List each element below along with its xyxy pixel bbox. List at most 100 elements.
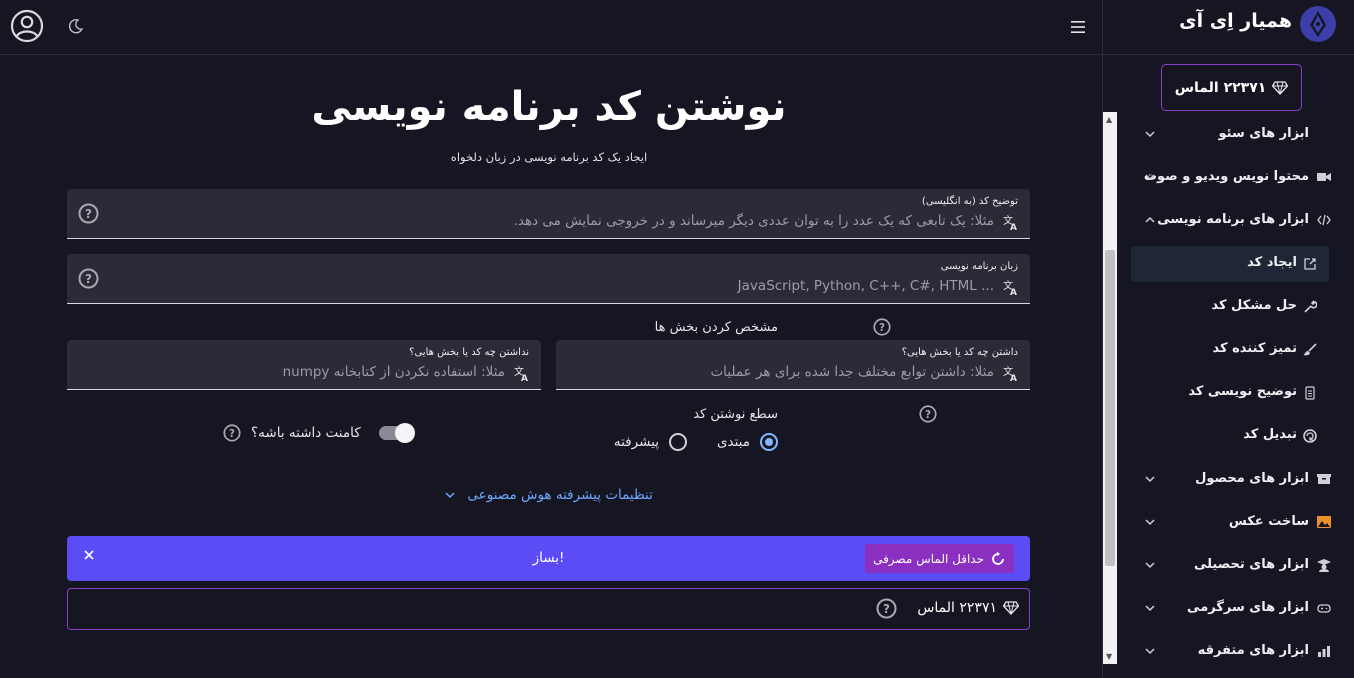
help-icon[interactable]: ? bbox=[873, 318, 891, 336]
sidebar-item-product[interactable]: ابزار های محصول bbox=[1131, 462, 1331, 496]
balance-amount: ۲۲۳۷۱ الماس bbox=[917, 600, 997, 616]
sidebar-subitem-label: تبدیل کد bbox=[1243, 427, 1297, 442]
sidebar-subitem-create-code[interactable]: ایجاد کد bbox=[1131, 246, 1329, 282]
chevron-down-icon bbox=[1145, 648, 1155, 655]
level-radio-group: مبتدی پیشرفته bbox=[614, 433, 778, 451]
logo-icon bbox=[1300, 6, 1336, 42]
translate-icon: 文 A bbox=[1003, 279, 1017, 296]
image-icon bbox=[1317, 516, 1331, 528]
sidebar-subitem-label: توضیح نویسی کد bbox=[1188, 384, 1297, 399]
translate-icon: 文 A bbox=[1003, 365, 1017, 382]
programming-language-field[interactable]: زبان برنامه نویسی 文 A JavaScript, Python… bbox=[67, 254, 1030, 304]
comment-toggle[interactable] bbox=[378, 423, 415, 443]
diamond-balance-button[interactable]: ۲۲۳۷۱ الماس bbox=[1161, 64, 1302, 111]
svg-text:?: ? bbox=[229, 428, 235, 440]
sidebar-item-image[interactable]: ساخت عکس bbox=[1131, 505, 1331, 539]
sidebar-item-seo[interactable]: SEO ابزار های سئو bbox=[1131, 117, 1331, 151]
help-icon[interactable]: ? bbox=[78, 203, 99, 224]
sections-label: مشخص کردن بخش ها bbox=[654, 320, 778, 335]
diamond-balance-label: ۲۲۳۷۱ الماس bbox=[1174, 79, 1267, 96]
help-icon[interactable]: ? bbox=[919, 405, 937, 423]
moon-icon[interactable] bbox=[67, 17, 85, 35]
user-avatar-icon[interactable] bbox=[10, 9, 44, 43]
diamond-icon bbox=[1272, 80, 1289, 95]
svg-text:A: A bbox=[521, 374, 528, 382]
close-icon[interactable] bbox=[83, 549, 95, 561]
sidebar-item-programming[interactable]: ابزار های برنامه نویسی bbox=[1131, 203, 1331, 237]
balance-box: ۲۲۳۷۱ الماس ? bbox=[67, 588, 1030, 630]
video-icon bbox=[1317, 173, 1331, 181]
field-placeholder: مثلا: استفاده نکردن از کتابخانه numpy bbox=[282, 364, 505, 380]
sidebar-item-label: محتوا نویس ویدیو و صوت bbox=[1143, 169, 1309, 184]
sidebar-item-education[interactable]: ابزار های تحصیلی bbox=[1131, 548, 1331, 582]
page-title: نوشتن کد برنامه نویسی bbox=[311, 84, 787, 130]
sidebar-item-label: ابزار های سرگرمی bbox=[1187, 600, 1309, 615]
advanced-settings-label: تنظیمات پیشرفته هوش مصنوعی bbox=[467, 487, 653, 503]
graduation-icon bbox=[1317, 559, 1331, 572]
svg-text:A: A bbox=[1010, 223, 1017, 231]
svg-text:A: A bbox=[1010, 288, 1017, 296]
brush-icon bbox=[1303, 343, 1317, 356]
help-icon[interactable]: ? bbox=[876, 598, 897, 619]
create-icon bbox=[1304, 258, 1316, 270]
code-description-field[interactable]: توضیح کد (به انگلیسی) 文 A مثلا: یک تابعی… bbox=[67, 189, 1030, 239]
radio-advanced[interactable] bbox=[668, 433, 687, 451]
scroll-down-icon[interactable]: ▼ bbox=[1106, 652, 1112, 661]
code-icon bbox=[1317, 214, 1331, 226]
main-content: نوشتن کد برنامه نویسی ایجاد یک کد برنامه… bbox=[0, 56, 1102, 678]
sidebar-item-label: ابزار های محصول bbox=[1195, 471, 1309, 486]
convert-icon bbox=[1303, 429, 1317, 443]
svg-text:?: ? bbox=[85, 207, 92, 221]
sidebar-subitem-clean-code[interactable]: تمیز کننده کد bbox=[1131, 332, 1329, 368]
sidebar-subitem-fix-code[interactable]: حل مشکل کد bbox=[1131, 289, 1329, 325]
svg-text:?: ? bbox=[85, 272, 92, 286]
sidebar-subitem-label: ایجاد کد bbox=[1247, 255, 1297, 270]
radio-beginner-label: مبتدی bbox=[716, 434, 750, 450]
scroll-thumb[interactable] bbox=[1105, 250, 1115, 566]
chevron-down-icon bbox=[445, 492, 455, 499]
field-label: داشتن چه کد یا بخش هایی؟ bbox=[901, 347, 1018, 358]
help-icon[interactable]: ? bbox=[223, 424, 241, 442]
sidebar-item-label: ساخت عکس bbox=[1228, 514, 1309, 529]
sidebar-item-label: ابزار های متفرقه bbox=[1197, 643, 1309, 658]
translate-icon: 文 A bbox=[1003, 214, 1017, 231]
field-placeholder: مثلا: داشتن توابع مختلف جدا شده برای هر … bbox=[710, 364, 994, 380]
sidebar-scrollbar[interactable]: ▲ ▼ bbox=[1103, 112, 1117, 664]
field-placeholder: مثلا: یک تابعی که یک عدد را به توان عددی… bbox=[513, 213, 994, 229]
sidebar-item-video[interactable]: محتوا نویس ویدیو و صوت bbox=[1131, 160, 1331, 194]
build-label: بساز! bbox=[532, 550, 565, 566]
svg-text:?: ? bbox=[925, 409, 931, 421]
chevron-down-icon bbox=[1145, 605, 1155, 612]
chevron-down-icon bbox=[1145, 476, 1155, 483]
hamburger-menu-icon[interactable] bbox=[1068, 17, 1088, 37]
sidebar-item-entertainment[interactable]: ابزار های سرگرمی bbox=[1131, 591, 1331, 625]
chevron-down-icon bbox=[1145, 519, 1155, 526]
chevron-down-icon bbox=[1145, 562, 1155, 569]
wrench-icon bbox=[1304, 300, 1317, 313]
scroll-up-icon[interactable]: ▲ bbox=[1106, 115, 1112, 124]
sidebar-item-label: ابزار های تحصیلی bbox=[1193, 557, 1309, 572]
build-button[interactable]: حداقل الماس مصرفی بساز! bbox=[67, 536, 1030, 581]
svg-text:A: A bbox=[1010, 374, 1017, 382]
balance-display: ۲۲۳۷۱ الماس bbox=[917, 600, 1019, 616]
advanced-settings-link[interactable]: تنظیمات پیشرفته هوش مصنوعی bbox=[0, 487, 1098, 503]
page-subtitle: ایجاد یک کد برنامه نویسی در زبان دلخواه bbox=[450, 150, 648, 164]
svg-text:?: ? bbox=[883, 602, 890, 616]
field-label: زبان برنامه نویسی bbox=[940, 261, 1018, 272]
chevron-up-icon bbox=[1145, 216, 1155, 223]
chevron-down-icon bbox=[1145, 131, 1155, 138]
include-parts-field[interactable]: داشتن چه کد یا بخش هایی؟ 文 A مثلا: داشتن… bbox=[556, 340, 1030, 390]
field-placeholder: JavaScript, Python, C++, C#, HTML ... bbox=[737, 278, 994, 294]
sidebar-item-misc[interactable]: ابزار های متفرقه bbox=[1131, 634, 1331, 668]
comment-label: کامنت داشته باشه؟ bbox=[251, 425, 361, 441]
sidebar-subitem-convert-code[interactable]: تبدیل کد bbox=[1131, 418, 1329, 454]
translate-icon: 文 A bbox=[514, 365, 528, 382]
sidebar-subitem-document-code[interactable]: توضیح نویسی کد bbox=[1131, 375, 1329, 411]
sidebar-item-label: ابزار های سئو bbox=[1218, 126, 1309, 141]
comment-toggle-group: ? کامنت داشته باشه؟ bbox=[223, 423, 415, 443]
help-icon[interactable]: ? bbox=[78, 268, 99, 289]
exclude-parts-field[interactable]: نداشتن چه کد یا بخش هایی؟ 文 A مثلا: استف… bbox=[67, 340, 541, 390]
sidebar: همیار اِی آی ۲۲۳۷۱ الماس ▲ ▼ SEO ابزار ه… bbox=[1103, 0, 1354, 678]
radio-beginner[interactable] bbox=[760, 433, 778, 451]
sidebar-subitem-label: تمیز کننده کد bbox=[1212, 341, 1297, 356]
